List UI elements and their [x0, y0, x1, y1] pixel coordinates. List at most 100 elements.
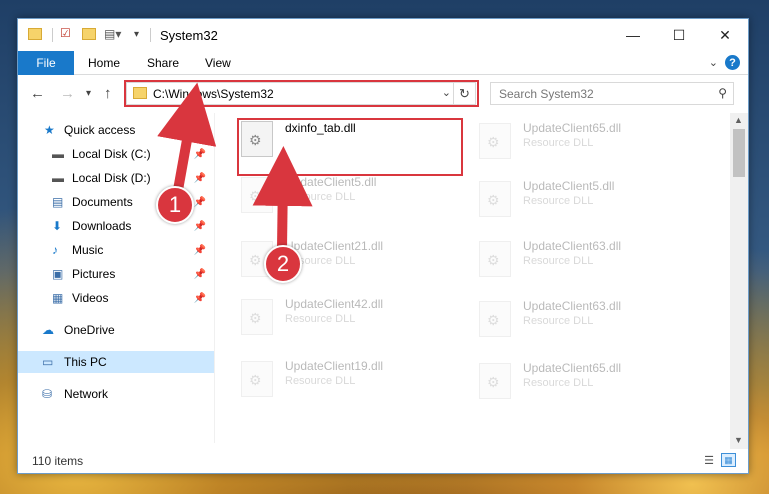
file-item-dxinfo-tab[interactable]: ⚙ dxinfo_tab.dll — [235, 115, 455, 163]
gear-icon: ⚙ — [249, 188, 262, 204]
cloud-icon: ☁ — [42, 323, 54, 337]
pin-icon[interactable]: 📌 — [194, 197, 206, 208]
dll-file-icon: ⚙ — [241, 177, 273, 213]
sidebar-item-label: Downloads — [72, 219, 132, 233]
file-item[interactable]: ⚙ UpdateClient5.dll Resource DLL — [235, 171, 455, 219]
search-icon[interactable]: ⚲ — [718, 86, 727, 100]
address-bar[interactable]: C:\Windows\System32 ⌄ ↻ — [126, 82, 476, 105]
new-folder-icon[interactable] — [82, 28, 96, 40]
file-name: UpdateClient63.dll — [523, 239, 622, 253]
file-type: Resource DLL — [523, 255, 594, 267]
search-input[interactable]: Search System32 ⚲ — [490, 82, 734, 105]
file-item[interactable]: ⚙ UpdateClient63.dll Resource DLL — [473, 235, 693, 283]
gear-icon: ⚙ — [487, 312, 500, 328]
sidebar-item-label: Local Disk (D:) — [72, 171, 151, 185]
forward-arrow-icon[interactable]: → — [60, 85, 75, 102]
gear-icon: ⚙ — [487, 192, 500, 208]
expand-ribbon-icon[interactable]: ⌄ — [709, 56, 718, 69]
dll-file-icon: ⚙ — [479, 123, 511, 159]
ribbon-tabs: File Home Share View ⌄ ? — [18, 51, 748, 75]
tab-view[interactable]: View — [205, 56, 231, 70]
sidebar-item-local-disk-d[interactable]: ▬ Local Disk (D:) 📌 — [18, 167, 214, 189]
pin-icon[interactable]: 📌 — [194, 149, 206, 160]
file-name: UpdateClient65.dll — [523, 361, 622, 375]
refresh-icon[interactable]: ↻ — [453, 83, 475, 104]
file-item[interactable]: ⚙ UpdateClient63.dll Resource DLL — [473, 295, 693, 343]
properties-icon[interactable]: ☑ — [60, 26, 71, 40]
navigation-bar: ← → ▾ ↑ C:\Windows\System32 ⌄ ↻ Search S… — [18, 76, 748, 112]
file-name: UpdateClient21.dll — [285, 239, 384, 253]
gear-icon: ⚙ — [487, 374, 500, 390]
documents-icon: ▤ — [52, 195, 64, 209]
sidebar-item-pictures[interactable]: ▣ Pictures 📌 — [18, 263, 214, 285]
quick-access-dropdown-icon[interactable]: ▾ — [134, 29, 139, 40]
large-icons-view-icon[interactable]: ▦ — [721, 453, 736, 467]
customize-quick-access-icon[interactable]: ▤▾ — [104, 27, 121, 41]
file-item[interactable]: ⚙ UpdateClient42.dll Resource DLL — [235, 293, 455, 341]
file-name: UpdateClient5.dll — [523, 179, 615, 193]
sidebar-item-videos[interactable]: ▦ Videos 📌 — [18, 287, 214, 309]
sidebar-item-local-disk-c[interactable]: ▬ Local Disk (C:) 📌 — [18, 143, 214, 165]
vertical-scrollbar[interactable]: ▲ ▼ — [730, 113, 748, 449]
sidebar-item-label: Pictures — [72, 267, 116, 281]
pictures-icon: ▣ — [52, 267, 64, 281]
search-placeholder: Search System32 — [499, 87, 594, 101]
pin-icon[interactable]: 📌 — [194, 245, 206, 256]
sidebar-item-music[interactable]: ♪ Music 📌 — [18, 239, 214, 261]
minimize-button[interactable]: — — [610, 19, 656, 51]
pin-icon[interactable]: 📌 — [194, 221, 206, 232]
file-name: UpdateClient19.dll — [285, 359, 384, 373]
sidebar-item-network[interactable]: ⛁ Network — [18, 383, 214, 405]
dll-file-icon: ⚙ — [479, 363, 511, 399]
file-name: UpdateClient65.dll — [523, 121, 622, 135]
scroll-down-icon[interactable]: ▼ — [734, 435, 743, 445]
recent-locations-icon[interactable]: ▾ — [86, 88, 91, 99]
details-view-icon[interactable]: ☰ — [704, 454, 714, 467]
back-arrow-icon[interactable]: ← — [30, 85, 45, 102]
address-dropdown-icon[interactable]: ⌄ — [442, 86, 451, 99]
file-item[interactable]: ⚙ UpdateClient65.dll Resource DLL — [473, 357, 693, 405]
help-icon[interactable]: ? — [725, 55, 740, 70]
sidebar-item-label: Local Disk (C:) — [72, 147, 151, 161]
separator — [52, 28, 53, 42]
close-button[interactable]: ✕ — [702, 19, 748, 51]
scroll-thumb[interactable] — [733, 129, 745, 177]
sidebar-item-label: Quick access — [64, 123, 136, 137]
file-name: dxinfo_tab.dll — [285, 121, 356, 135]
pin-icon[interactable]: 📌 — [194, 269, 206, 280]
file-item[interactable]: ⚙ UpdateClient65.dll Resource DLL — [473, 117, 693, 165]
dll-file-icon: ⚙ — [241, 361, 273, 397]
drive-icon: ▬ — [52, 171, 64, 185]
sidebar-item-quick-access[interactable]: ★ Quick access — [18, 119, 214, 141]
videos-icon: ▦ — [52, 291, 64, 305]
up-arrow-icon[interactable]: ↑ — [104, 85, 112, 102]
file-item[interactable]: ⚙ UpdateClient5.dll Resource DLL — [473, 175, 693, 223]
sidebar-item-this-pc[interactable]: ▭ This PC — [18, 351, 214, 373]
navigation-pane: ★ Quick access ▬ Local Disk (C:) 📌 ▬ Loc… — [18, 113, 214, 443]
gear-icon: ⚙ — [249, 252, 262, 268]
folder-icon — [28, 28, 42, 40]
address-path[interactable]: C:\Windows\System32 — [153, 87, 274, 101]
pin-icon[interactable]: 📌 — [194, 173, 206, 184]
scroll-up-icon[interactable]: ▲ — [734, 115, 743, 125]
sidebar-item-label: Documents — [72, 195, 133, 209]
item-count: 110 items — [32, 454, 84, 468]
status-bar: 110 items ☰ ▦ — [18, 449, 748, 473]
tab-home[interactable]: Home — [88, 56, 120, 70]
file-type: Resource DLL — [523, 315, 594, 327]
network-icon: ⛁ — [42, 387, 53, 401]
star-icon: ★ — [44, 123, 55, 137]
separator — [150, 28, 151, 42]
sidebar-item-onedrive[interactable]: ☁ OneDrive — [18, 319, 214, 341]
maximize-button[interactable]: ☐ — [656, 19, 702, 51]
file-item[interactable]: ⚙ UpdateClient19.dll Resource DLL — [235, 355, 455, 403]
sidebar-item-label: Videos — [72, 291, 109, 305]
pin-icon[interactable]: 📌 — [194, 293, 206, 304]
file-type: Resource DLL — [523, 137, 594, 149]
sidebar-item-label: Music — [72, 243, 104, 257]
step-1-badge: 1 — [156, 186, 194, 224]
file-explorer-window: ☑ ▤▾ ▾ System32 — ☐ ✕ File Home Share Vi… — [17, 18, 749, 474]
file-name: UpdateClient5.dll — [285, 175, 377, 189]
tab-share[interactable]: Share — [147, 56, 179, 70]
tab-file[interactable]: File — [18, 51, 74, 75]
